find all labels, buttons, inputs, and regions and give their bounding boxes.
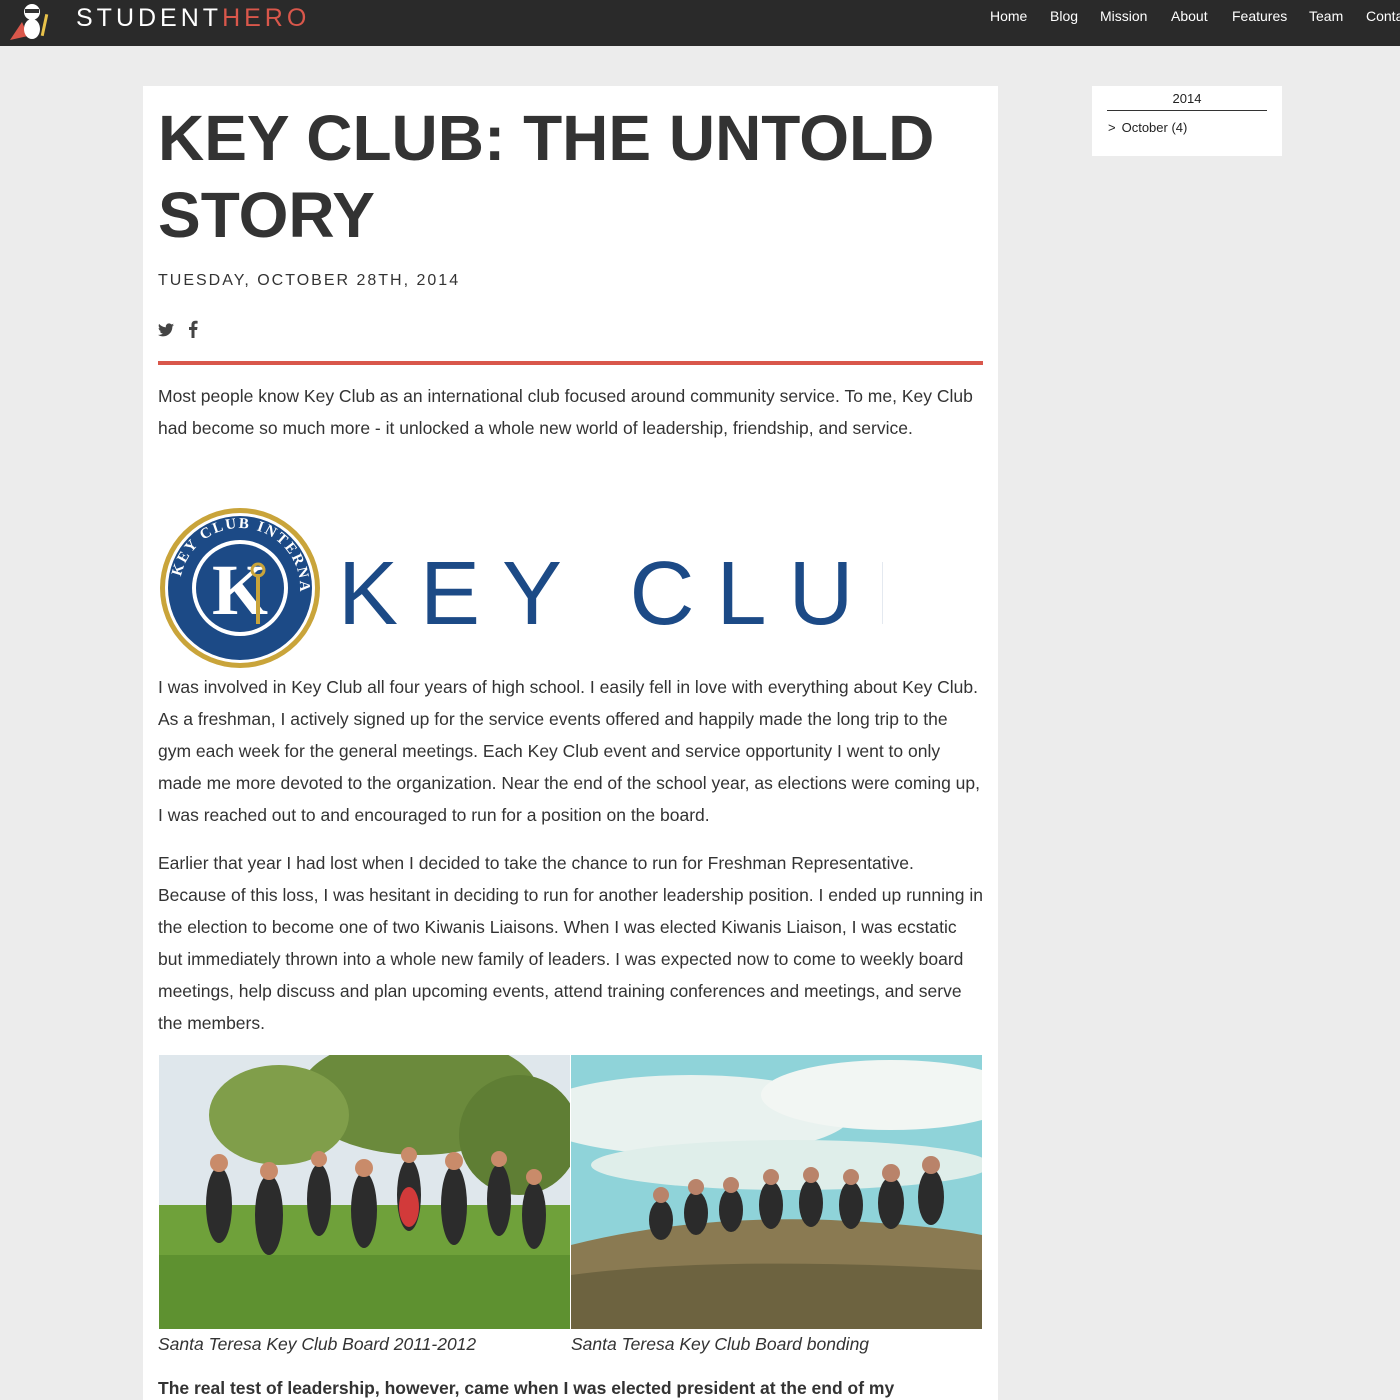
article-card: KEY CLUB: THE UNTOLD STORY TUESDAY, OCTO… bbox=[143, 86, 998, 1400]
blog-archive: 2014 > October (4) bbox=[1092, 86, 1282, 156]
body-paragraph-2: Earlier that year I had lost when I deci… bbox=[158, 853, 983, 1033]
nav-contact[interactable]: Conta bbox=[1366, 8, 1400, 24]
intro-paragraph: Most people know Key Club as an internat… bbox=[158, 386, 973, 438]
archive-month-label: October (4) bbox=[1121, 120, 1188, 135]
nav-home[interactable]: Home bbox=[990, 8, 1027, 24]
student-hero-logo-icon[interactable] bbox=[8, 0, 52, 42]
archive-month-october[interactable]: > October (4) bbox=[1108, 120, 1187, 135]
article-title: KEY CLUB: THE UNTOLD STORY bbox=[158, 102, 935, 251]
photo-caption-1: Santa Teresa Key Club Board 2011-2012 bbox=[158, 1334, 477, 1354]
brand-name[interactable]: STUDENTHERO bbox=[76, 4, 310, 32]
accent-divider bbox=[158, 361, 983, 365]
board-bonding-photo bbox=[571, 1055, 982, 1329]
article-date: TUESDAY, OCTOBER 28TH, 2014 bbox=[158, 272, 461, 289]
key-club-logo: KEY CLUB INTERNATIONAL K KEY CLUB bbox=[158, 506, 883, 668]
facebook-icon[interactable] bbox=[188, 320, 198, 338]
archive-year[interactable]: 2014 bbox=[1107, 91, 1267, 111]
nav-mission[interactable]: Mission bbox=[1100, 8, 1147, 24]
logo-wordmark: KEY CLUB bbox=[338, 544, 883, 644]
nav-features[interactable]: Features bbox=[1232, 8, 1287, 24]
brand-part-student: STUDENT bbox=[76, 4, 223, 32]
body-paragraph-1: I was involved in Key Club all four year… bbox=[158, 677, 981, 825]
nav-about[interactable]: About bbox=[1171, 8, 1208, 24]
body-paragraph-3: The real test of leadership, however, ca… bbox=[158, 1378, 895, 1398]
twitter-icon[interactable] bbox=[158, 323, 174, 337]
chevron-right-icon: > bbox=[1108, 120, 1116, 135]
nav-blog[interactable]: Blog bbox=[1050, 8, 1078, 24]
brand-part-hero: HERO bbox=[222, 4, 311, 32]
top-navbar: STUDENTHERO Home Blog Mission About Feat… bbox=[0, 0, 1400, 46]
nav-team[interactable]: Team bbox=[1309, 8, 1343, 24]
photo-caption-2: Santa Teresa Key Club Board bonding bbox=[571, 1334, 870, 1354]
board-jumping-photo bbox=[159, 1055, 570, 1329]
